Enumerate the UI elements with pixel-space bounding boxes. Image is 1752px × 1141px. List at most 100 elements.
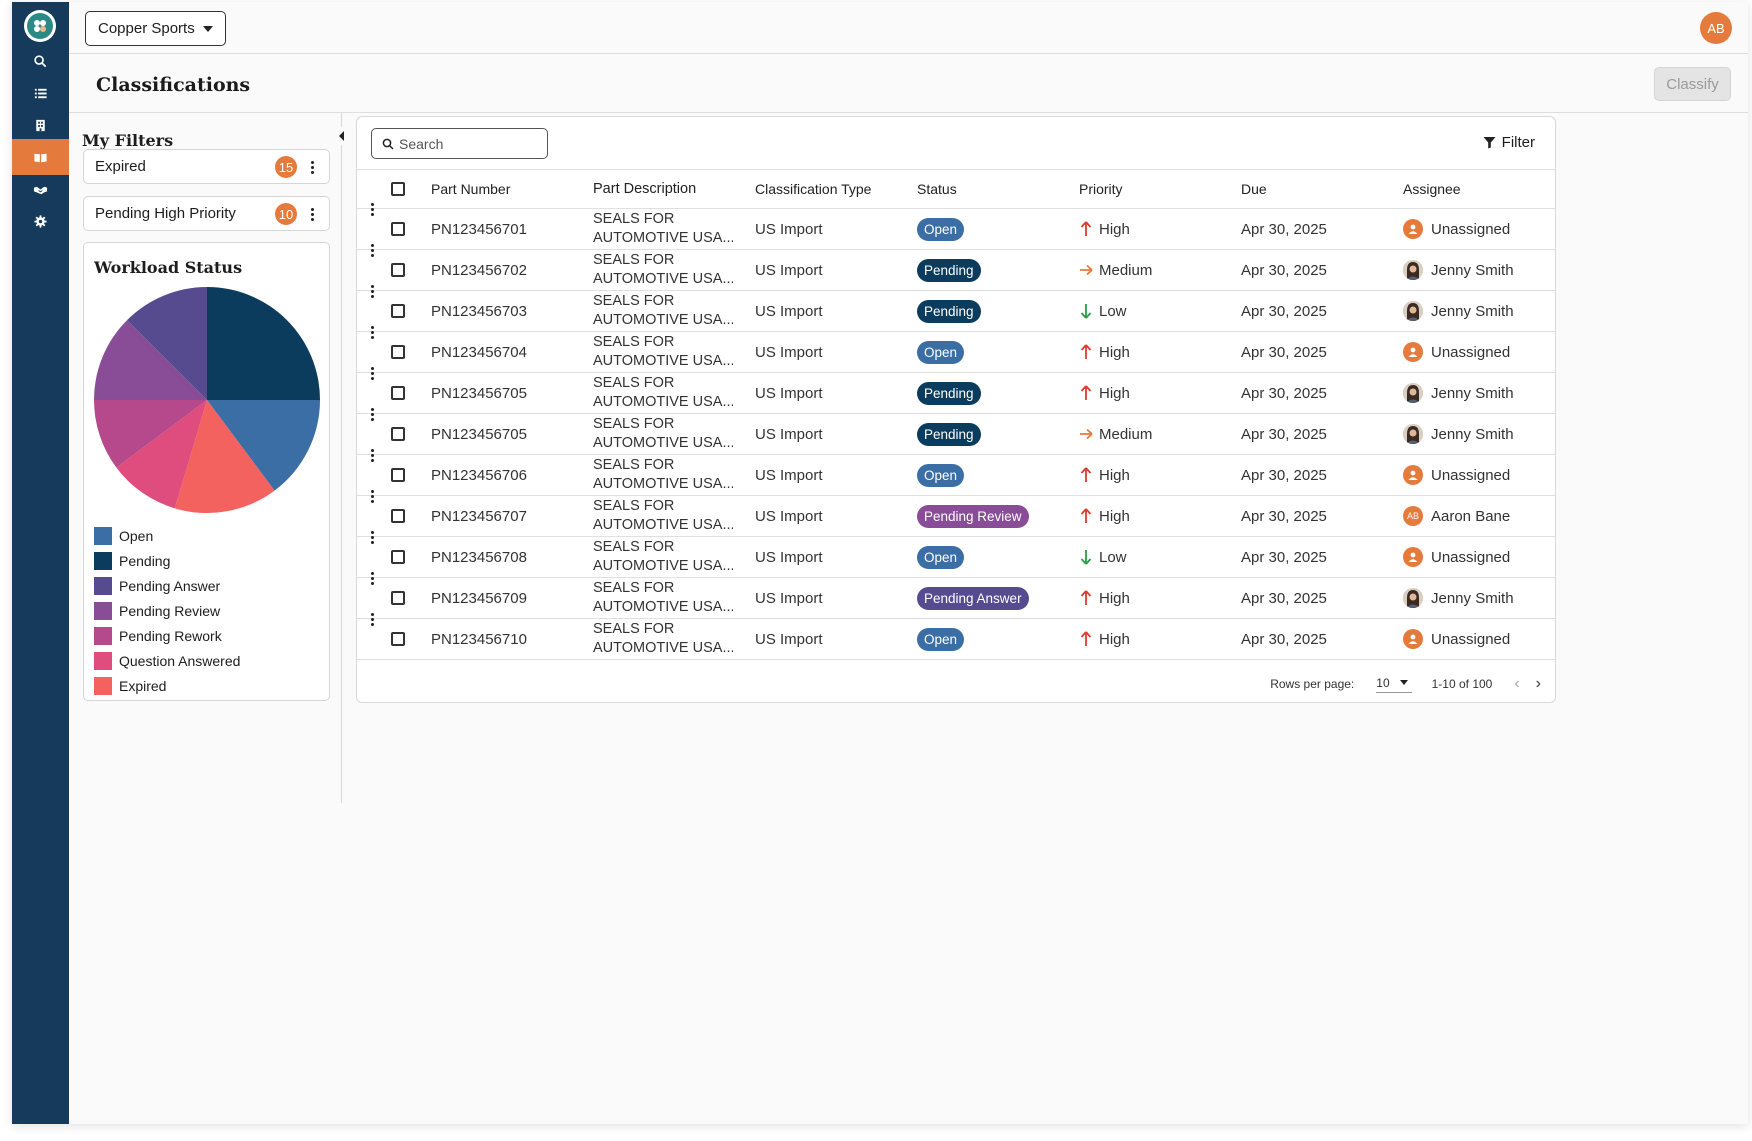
table-row[interactable]: PN123456704 SEALS FOR AUTOMOTIVE USA... US … <box>357 325 1555 373</box>
table-row[interactable]: PN123456710 SEALS FOR AUTOMOTIVE USA... US … <box>357 612 1555 660</box>
part-number[interactable]: PN123456701 <box>431 209 593 250</box>
classify-button[interactable]: Classify <box>1654 67 1731 101</box>
app-logo[interactable] <box>24 10 56 42</box>
more-vert-icon[interactable] <box>365 527 379 547</box>
arrow-up-icon <box>1080 508 1092 523</box>
col-header-part-description[interactable]: Part Description <box>593 170 755 209</box>
classification-type: US Import <box>755 425 823 443</box>
part-number[interactable]: PN123456702 <box>431 250 593 291</box>
col-header-part-number[interactable]: Part Number <box>431 170 593 209</box>
table-row[interactable]: PN123456707 SEALS FOR AUTOMOTIVE USA... US … <box>357 489 1555 537</box>
arrow-up-icon <box>1080 631 1092 646</box>
part-description-line1: SEALS FOR <box>593 293 675 309</box>
person-icon <box>1403 629 1423 649</box>
row-checkbox[interactable] <box>391 427 405 441</box>
col-header-status[interactable]: Status <box>917 170 1079 209</box>
part-number[interactable]: PN123456706 <box>431 455 593 496</box>
table-row[interactable]: PN123456706 SEALS FOR AUTOMOTIVE USA... US … <box>357 448 1555 496</box>
nav-list[interactable] <box>12 75 69 111</box>
part-description-line2: AUTOMOTIVE USA... <box>593 435 733 451</box>
col-header-classification-type[interactable]: Classification Type <box>755 170 917 209</box>
col-header-assignee[interactable]: Assignee <box>1403 170 1555 209</box>
filter-card-expired[interactable]: Expired 15 <box>83 149 330 184</box>
part-number[interactable]: PN123456704 <box>431 332 593 373</box>
row-checkbox[interactable] <box>391 591 405 605</box>
pie-slice-pending[interactable] <box>207 287 320 400</box>
chevron-left-icon[interactable]: ‹ <box>1514 675 1519 693</box>
more-vert-icon[interactable] <box>365 199 379 219</box>
part-number[interactable]: PN123456709 <box>431 578 593 619</box>
more-vert-icon[interactable] <box>365 609 379 629</box>
part-description-line1: SEALS FOR <box>593 416 675 432</box>
assignee-name: Jenny Smith <box>1431 302 1514 320</box>
col-header-priority[interactable]: Priority <box>1079 170 1241 209</box>
priority-label: High <box>1099 220 1130 238</box>
due-date: Apr 30, 2025 <box>1241 343 1327 361</box>
part-number[interactable]: PN123456710 <box>431 619 593 660</box>
part-description-line1: SEALS FOR <box>593 252 675 268</box>
table-row[interactable]: PN123456708 SEALS FOR AUTOMOTIVE USA... US … <box>357 530 1555 578</box>
assignee-cell: Jenny Smith <box>1403 414 1555 455</box>
more-vert-icon[interactable] <box>365 568 379 588</box>
filter-button[interactable]: Filter <box>1483 134 1535 151</box>
table-row[interactable]: PN123456705 SEALS FOR AUTOMOTIVE USA... US … <box>357 366 1555 414</box>
row-checkbox[interactable] <box>391 222 405 236</box>
row-checkbox[interactable] <box>391 263 405 277</box>
row-checkbox[interactable] <box>391 509 405 523</box>
status-badge: Open <box>917 340 965 364</box>
row-checkbox[interactable] <box>391 550 405 564</box>
part-description: SEALS FOR AUTOMOTIVE USA... <box>593 291 755 332</box>
row-checkbox[interactable] <box>391 386 405 400</box>
more-vert-icon[interactable] <box>365 486 379 506</box>
workload-title: Workload Status <box>94 258 243 277</box>
nav-partners[interactable] <box>12 171 69 207</box>
row-checkbox[interactable] <box>391 304 405 318</box>
part-number[interactable]: PN123456708 <box>431 537 593 578</box>
nav-building[interactable] <box>12 107 69 143</box>
nav-classifications[interactable] <box>12 139 69 175</box>
more-vert-icon[interactable] <box>365 281 379 301</box>
part-number[interactable]: PN123456703 <box>431 291 593 332</box>
legend-swatch <box>94 676 112 695</box>
more-vert-icon[interactable] <box>365 322 379 342</box>
part-number[interactable]: PN123456707 <box>431 496 593 537</box>
table-row[interactable]: PN123456701 SEALS FOR AUTOMOTIVE USA... US … <box>357 202 1555 250</box>
more-vert-icon[interactable] <box>365 404 379 424</box>
pie-legend: Open Pending Pending Answer Pending Review P… <box>94 523 240 698</box>
legend-label: Question Answered <box>119 652 241 669</box>
search-input[interactable]: Search <box>371 128 548 159</box>
table-row[interactable]: PN123456709 SEALS FOR AUTOMOTIVE USA... US … <box>357 571 1555 619</box>
table-row[interactable]: PN123456702 SEALS FOR AUTOMOTIVE USA... US … <box>357 243 1555 291</box>
collapse-panel-button[interactable] <box>332 127 350 145</box>
filter-card-pending-high-priority[interactable]: Pending High Priority 10 <box>83 196 330 231</box>
rows-per-page-label: Rows per page: <box>1270 677 1355 691</box>
row-checkbox[interactable] <box>391 345 405 359</box>
priority-label: High <box>1099 630 1130 648</box>
more-vert-icon[interactable] <box>305 204 319 224</box>
select-all-checkbox[interactable] <box>391 182 405 196</box>
more-vert-icon[interactable] <box>305 157 319 177</box>
due-date: Apr 30, 2025 <box>1241 630 1327 648</box>
chevron-right-icon[interactable]: › <box>1536 675 1541 693</box>
table-row[interactable]: PN123456703 SEALS FOR AUTOMOTIVE USA... US … <box>357 284 1555 332</box>
table-row[interactable]: PN123456705 SEALS FOR AUTOMOTIVE USA... US … <box>357 407 1555 455</box>
part-number[interactable]: PN123456705 <box>431 373 593 414</box>
priority-cell: Low <box>1079 537 1241 578</box>
part-description-line2: AUTOMOTIVE USA... <box>593 599 733 615</box>
rows-per-page-select[interactable]: 10 <box>1376 676 1412 693</box>
user-avatar[interactable]: AB <box>1700 12 1732 44</box>
priority-cell: High <box>1079 455 1241 496</box>
more-vert-icon[interactable] <box>365 363 379 383</box>
row-select-cell <box>391 373 431 414</box>
company-select[interactable]: Copper Sports <box>85 11 226 46</box>
more-vert-icon[interactable] <box>365 445 379 465</box>
part-number[interactable]: PN123456705 <box>431 414 593 455</box>
assignee-cell: Jenny Smith <box>1403 373 1555 414</box>
nav-settings[interactable] <box>12 203 69 239</box>
col-header-due[interactable]: Due <box>1241 170 1403 209</box>
row-checkbox[interactable] <box>391 468 405 482</box>
row-checkbox[interactable] <box>391 632 405 646</box>
nav-search[interactable] <box>12 43 69 79</box>
header-select-all <box>391 170 431 209</box>
more-vert-icon[interactable] <box>365 240 379 260</box>
